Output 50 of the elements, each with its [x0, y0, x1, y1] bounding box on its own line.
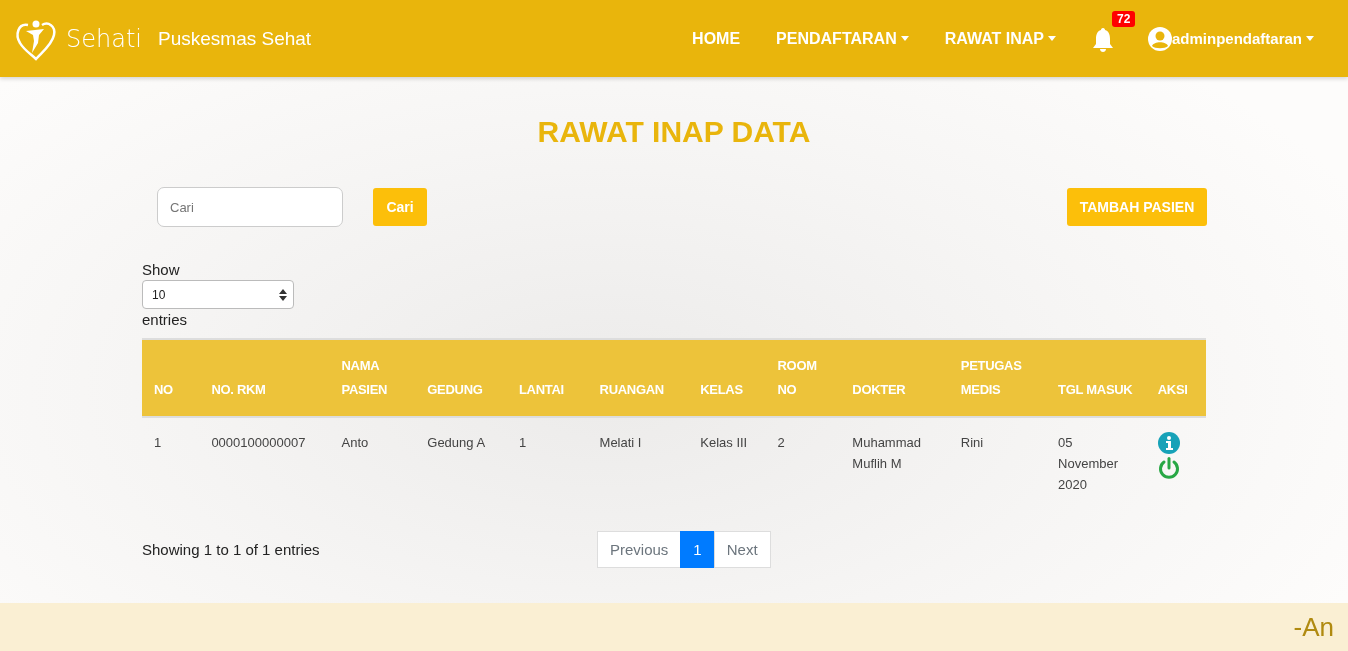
- column-header: RUANGAN: [587, 339, 689, 417]
- next-button[interactable]: Next: [713, 531, 771, 568]
- column-header: GEDUNG: [415, 339, 507, 417]
- caret-icon: [1306, 36, 1314, 41]
- footer-text: -An: [1293, 611, 1334, 643]
- table-cell: 1: [142, 417, 200, 509]
- entries-label: entries: [142, 311, 188, 328]
- column-header: ROOM NO: [765, 339, 841, 417]
- entries-info: Showing 1 to 1 of 1 entries: [142, 541, 321, 558]
- page-button[interactable]: 1: [680, 531, 715, 568]
- table-cell: 1: [506, 417, 588, 509]
- power-icon[interactable]: [1157, 457, 1180, 479]
- search-field[interactable]: Cari: [157, 187, 343, 227]
- table-cell: Muhammad Muflih M: [840, 417, 949, 509]
- notification-badge: 72: [1111, 10, 1136, 27]
- column-header: AKSI: [1145, 339, 1206, 417]
- column-header: TGL MASUK: [1046, 339, 1146, 417]
- column-header: NAMA PASIEN: [329, 339, 416, 417]
- show-label: Show: [142, 261, 180, 278]
- page-title: RAWAT INAP DATA: [536, 115, 812, 149]
- info-icon[interactable]: [1157, 432, 1180, 454]
- table-cell: Rini: [948, 417, 1047, 509]
- column-header: NO: [142, 339, 200, 417]
- add-patient-button[interactable]: TAMBAH PASIEN: [1067, 188, 1207, 226]
- caret-icon: [900, 36, 909, 41]
- table-cell: 0000100000007: [199, 417, 330, 509]
- nav-link[interactable]: RAWAT INAP: [944, 29, 1056, 48]
- table-cell: Gedung A: [415, 417, 507, 509]
- caret-icon: [1047, 36, 1056, 41]
- column-header: LANTAI: [506, 339, 588, 417]
- column-header: PETUGAS MEDIS: [948, 339, 1047, 417]
- sort-arrows-icon: [279, 288, 287, 301]
- table-cell: Melati I: [587, 417, 689, 509]
- column-header: DOKTER: [840, 339, 949, 417]
- user-menu[interactable]: adminpendaftaran: [1147, 26, 1314, 51]
- column-header: KELAS: [688, 339, 766, 417]
- nav-link[interactable]: PENDAFTARAN: [776, 29, 909, 48]
- table-cell: 05 November 2020: [1046, 417, 1146, 509]
- bell-icon[interactable]: [1091, 26, 1114, 53]
- previous-button[interactable]: Previous: [597, 531, 682, 568]
- logo-text[interactable]: Sehati: [66, 24, 142, 53]
- site-name[interactable]: Puskesmas Sehat: [158, 27, 312, 50]
- user-avatar-icon: [1147, 26, 1172, 51]
- entries-select[interactable]: 10: [142, 280, 294, 309]
- table-cell: 2: [765, 417, 841, 509]
- search-button[interactable]: Cari: [373, 188, 427, 226]
- table-cell: Anto: [329, 417, 416, 509]
- table-cell: Kelas III: [688, 417, 766, 509]
- nav-link[interactable]: HOME: [692, 29, 741, 48]
- column-header: NO. RKM: [199, 339, 330, 417]
